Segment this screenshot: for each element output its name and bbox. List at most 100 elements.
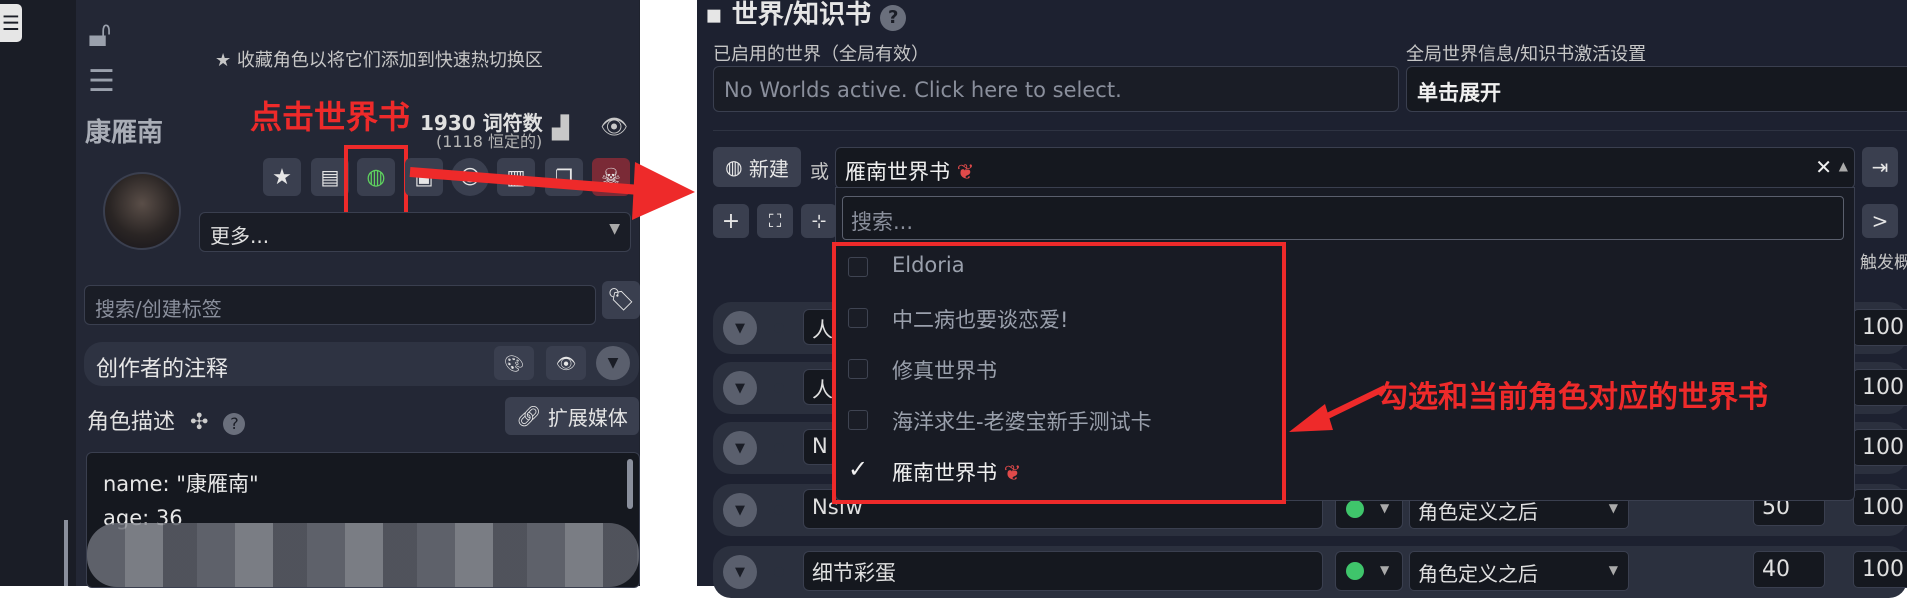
maple-leaf-icon: ❦ [956,160,975,184]
eye-icon: 👁︎ [555,353,577,373]
tag-input[interactable]: 搜索/创建标签 [84,285,596,325]
expand-icon[interactable]: ✣ [190,410,208,435]
or-label: 或 [810,161,830,183]
new-world-button[interactable]: ◍ 新建 [713,147,801,187]
probability-field[interactable]: 100 [1853,309,1907,346]
selected-book-text: 雁南世界书 [845,160,950,184]
highlight-box [344,145,408,217]
probability-field[interactable]: 100 [1853,429,1907,466]
position-select[interactable]: 角色定义之后 ▼ [1409,551,1629,591]
tags-button[interactable]: 🏷︎ [602,281,640,319]
book-icon: ▤ [320,165,340,189]
star-icon: ★ [272,164,292,190]
world-info-title-text: 世界/知识书 [731,0,872,30]
clear-icon[interactable]: ✕ [1815,155,1832,179]
order-field[interactable]: 40 [1753,551,1825,588]
active-worlds-label: 已启用的世界（全局有效） [713,44,929,65]
palette-button[interactable]: 🎨︎ [494,346,534,380]
expand-all-button[interactable]: ⛶ [757,204,793,238]
collapse-icon: ⊹ [811,210,827,232]
extend-media-label: 扩展媒体 [547,405,628,430]
character-name: 康雁南 [85,118,164,148]
chevron-down-icon: ▼ [735,502,745,518]
creator-notes-label: 创作者的注释 [96,357,229,382]
import-button[interactable]: ⇥ [1862,147,1898,187]
plus-icon: + [721,208,741,234]
new-world-label: 新建 [748,156,789,181]
palette-icon: 🎨︎ [503,353,525,373]
help-icon[interactable]: ? [223,413,246,435]
collapse-entry-button[interactable]: ▼ [723,493,757,527]
collapse-entry-button[interactable]: ▼ [723,311,757,345]
collapse-entry-button[interactable]: ▼ [723,371,757,405]
dropdown-search-input[interactable]: 搜索... [842,196,1844,240]
click-worldbook-annotation: 点击世界书 [250,98,411,136]
tag-icon: 🏷︎ [607,287,635,313]
favorite-hint-text: 收藏角色以将它们添加到快速热切换区 [236,50,543,71]
lock-icon: ▪ [705,0,723,30]
global-settings-toggle[interactable]: 单击展开 [1406,66,1907,112]
next-page-button[interactable]: > [1862,204,1898,238]
tag-input-placeholder: 搜索/创建标签 [95,297,222,321]
chevron-down-icon: ▼ [1608,563,1618,577]
entry-title[interactable]: 细节彩蛋 [803,551,1323,591]
chevron-down-icon: ▼ [735,440,745,456]
chevron-down-icon: ▼ [607,355,619,371]
description-textarea[interactable]: name: "康雁南" age: 36 [86,452,640,588]
chevron-down-icon: ▼ [735,380,745,396]
extend-media-button[interactable]: 🔗︎ 扩展媒体 [505,397,639,435]
desc-line: name: "康雁南" [103,472,259,496]
chevron-down-icon: ▼ [1608,501,1618,515]
favorite-hint: ★ 收藏角色以将它们添加到快速热切换区 [215,46,543,72]
probability-field[interactable]: 100 [1853,369,1907,406]
link-icon: 🔗︎ [516,404,542,428]
select-worldbook-annotation: 勾选和当前角色对应的世界书 [1378,380,1768,415]
chevron-down-icon: ▼ [735,320,745,336]
selection-highlight-box [832,242,1286,504]
more-select-label: 更多... [210,224,270,248]
status-dot [1346,500,1364,518]
chevron-down-icon: ▼ [1380,563,1390,577]
scrollbar[interactable] [627,459,633,509]
page-scrollbar[interactable] [64,520,68,586]
add-entry-button[interactable]: + [713,204,749,238]
world-book-select[interactable]: 雁南世界书 ❦ ✕ ▲ [835,147,1855,189]
globe-icon: ◍ [725,155,743,179]
world-book-select-value: 雁南世界书 ❦ [845,156,974,186]
collapse-all-button[interactable]: ⊹ [801,204,837,238]
eye-icon[interactable]: 👁︎ [600,115,628,140]
list-icon[interactable]: ☰ [88,64,115,99]
status-dot [1346,562,1364,580]
divider [713,130,1907,131]
more-select[interactable]: 更多... ▼ [199,212,631,252]
help-icon[interactable]: ? [880,5,907,31]
active-worlds-select[interactable]: No Worlds active. Click here to select. [713,66,1399,112]
world-info-title: ▪ 世界/知识书 ? [705,0,907,31]
chevron-down-icon: ▼ [1380,501,1390,515]
left-sidebar: ☰ [0,0,76,586]
unlock-icon[interactable]: 🔓︎ [88,14,111,56]
collapse-entry-button[interactable]: ▼ [723,555,757,589]
import-icon: ⇥ [1871,155,1889,179]
chevron-down-icon: ▼ [609,221,620,237]
collapse-button[interactable]: ▼ [596,346,630,380]
chevron-up-icon: ▲ [1838,159,1848,173]
avatar[interactable] [103,172,181,250]
favorite-star-button[interactable]: ★ [263,158,301,196]
eye-toggle-button[interactable]: 👁︎ [546,346,586,380]
description-label: 角色描述 ✣ ? [87,404,246,436]
active-worlds-placeholder: No Worlds active. Click here to select. [724,78,1122,102]
creator-notes-header[interactable]: 创作者的注释 🎨︎ 👁︎ ▼ [84,342,639,386]
description-label-text: 角色描述 [87,410,176,435]
chevron-right-icon: > [1871,209,1889,233]
menu-icon[interactable]: ☰ [0,4,22,42]
star-icon: ★ [215,50,232,71]
strategy-select[interactable]: ▼ [1335,551,1403,591]
probability-field[interactable]: 100 [1853,551,1907,588]
trigger-probability-header: 触发概率% [1860,253,1907,273]
position-value: 角色定义之后 [1418,562,1538,586]
global-settings-label: 全局世界信息/知识书激活设置 [1406,44,1647,65]
collapse-entry-button[interactable]: ▼ [723,431,757,465]
probability-field[interactable]: 100 [1853,489,1907,526]
stats-icon[interactable]: ▟ [552,116,569,141]
